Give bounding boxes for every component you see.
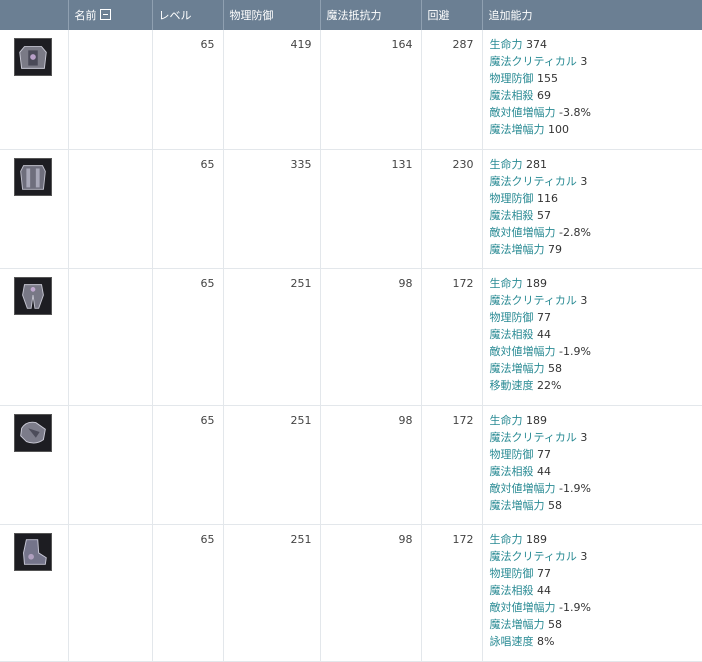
item-name-cell (68, 149, 152, 268)
bonus-stat: 魔法増幅力 58 (490, 360, 702, 377)
table-row[interactable]: 65419164287生命力 374魔法クリティカル 3物理防御 155魔法相殺… (0, 30, 702, 149)
icon-header (0, 0, 68, 30)
bonus-stat: 魔法相殺 57 (490, 207, 702, 224)
evasion-cell: 172 (421, 268, 482, 405)
armor-table: 名前 レベル 物理防御 魔法抵抗力 回避 追加能力 65419164287生命力… (0, 0, 702, 662)
item-name-cell (68, 30, 152, 149)
magic-resist-cell: 98 (320, 405, 421, 524)
level-cell: 65 (152, 405, 223, 524)
bonus-stats-cell: 生命力 189魔法クリティカル 3物理防御 77魔法相殺 44敵対値増幅力 -1… (482, 405, 702, 524)
bonus-stats-cell: 生命力 189魔法クリティカル 3物理防御 77魔法相殺 44敵対値増幅力 -1… (482, 268, 702, 405)
boots-armor-icon[interactable] (14, 533, 52, 571)
bonus-stat: 魔法増幅力 79 (490, 241, 702, 258)
bonus-stats-cell: 生命力 281魔法クリティカル 3物理防御 116魔法相殺 57敵対値増幅力 -… (482, 149, 702, 268)
bonus-stat: 魔法増幅力 58 (490, 616, 702, 633)
bonus-stat: 物理防御 77 (490, 446, 702, 463)
evasion-cell: 287 (421, 30, 482, 149)
pants-armor-icon[interactable] (14, 277, 52, 315)
level-cell: 65 (152, 149, 223, 268)
bonus-stat: 敵対値増幅力 -2.8% (490, 224, 702, 241)
evasion-header[interactable]: 回避 (421, 0, 482, 30)
bonus-stat: 敵対値増幅力 -3.8% (490, 104, 702, 121)
bonus-stat: 魔法クリティカル 3 (490, 53, 702, 70)
physical-defense-cell: 419 (223, 30, 320, 149)
bonus-stat: 魔法増幅力 58 (490, 497, 702, 514)
bonus-stat: 物理防御 77 (490, 565, 702, 582)
item-icon-cell (0, 30, 68, 149)
physical-defense-header[interactable]: 物理防御 (223, 0, 320, 30)
jacket-armor-icon[interactable] (14, 158, 52, 196)
bonus-stat: 生命力 281 (490, 156, 702, 173)
bonus-stat: 生命力 189 (490, 531, 702, 548)
bonus-stat: 魔法増幅力 100 (490, 121, 702, 138)
item-icon-cell (0, 268, 68, 405)
bonus-stat: 魔法クリティカル 3 (490, 173, 702, 190)
bonus-stat: 詠唱速度 8% (490, 633, 702, 650)
table-row[interactable]: 65335131230生命力 281魔法クリティカル 3物理防御 116魔法相殺… (0, 149, 702, 268)
table-row[interactable]: 6525198172生命力 189魔法クリティカル 3物理防御 77魔法相殺 4… (0, 268, 702, 405)
magic-resist-cell: 164 (320, 30, 421, 149)
bonus-stats-cell: 生命力 189魔法クリティカル 3物理防御 77魔法相殺 44敵対値増幅力 -1… (482, 524, 702, 661)
evasion-cell: 230 (421, 149, 482, 268)
table-row[interactable]: 6525198172生命力 189魔法クリティカル 3物理防御 77魔法相殺 4… (0, 524, 702, 661)
evasion-cell: 172 (421, 405, 482, 524)
level-cell: 65 (152, 268, 223, 405)
bonus-stat: 魔法クリティカル 3 (490, 429, 702, 446)
bonus-stat: 魔法相殺 44 (490, 326, 702, 343)
bonus-stat: 魔法クリティカル 3 (490, 292, 702, 309)
bonus-stat: 敵対値増幅力 -1.9% (490, 599, 702, 616)
bonus-stat: 魔法クリティカル 3 (490, 548, 702, 565)
physical-defense-cell: 251 (223, 524, 320, 661)
bonus-stats-cell: 生命力 374魔法クリティカル 3物理防御 155魔法相殺 69敵対値増幅力 -… (482, 30, 702, 149)
chest-armor-icon[interactable] (14, 38, 52, 76)
magic-resist-cell: 131 (320, 149, 421, 268)
bonus-stats-header[interactable]: 追加能力 (482, 0, 702, 30)
bonus-stat: 物理防御 155 (490, 70, 702, 87)
table-row[interactable]: 6525198172生命力 189魔法クリティカル 3物理防御 77魔法相殺 4… (0, 405, 702, 524)
bonus-stat: 移動速度 22% (490, 377, 702, 394)
item-name-cell (68, 405, 152, 524)
name-header[interactable]: 名前 (68, 0, 152, 30)
bonus-stat: 生命力 374 (490, 36, 702, 53)
item-icon-cell (0, 405, 68, 524)
bonus-stat: 魔法相殺 44 (490, 463, 702, 480)
level-cell: 65 (152, 524, 223, 661)
level-cell: 65 (152, 30, 223, 149)
bonus-stat: 生命力 189 (490, 275, 702, 292)
physical-defense-cell: 335 (223, 149, 320, 268)
bonus-stat: 生命力 189 (490, 412, 702, 429)
magic-resist-header[interactable]: 魔法抵抗力 (320, 0, 421, 30)
bonus-stat: 敵対値増幅力 -1.9% (490, 480, 702, 497)
bonus-stat: 敵対値増幅力 -1.9% (490, 343, 702, 360)
item-name-cell (68, 268, 152, 405)
bonus-stat: 魔法相殺 44 (490, 582, 702, 599)
physical-defense-cell: 251 (223, 405, 320, 524)
magic-resist-cell: 98 (320, 268, 421, 405)
bonus-stat: 魔法相殺 69 (490, 87, 702, 104)
gloves-armor-icon[interactable] (14, 414, 52, 452)
physical-defense-cell: 251 (223, 268, 320, 405)
level-header[interactable]: レベル (152, 0, 223, 30)
item-name-cell (68, 524, 152, 661)
evasion-cell: 172 (421, 524, 482, 661)
magic-resist-cell: 98 (320, 524, 421, 661)
item-icon-cell (0, 149, 68, 268)
bonus-stat: 物理防御 116 (490, 190, 702, 207)
item-icon-cell (0, 524, 68, 661)
bonus-stat: 物理防御 77 (490, 309, 702, 326)
collapse-toggle-icon[interactable] (100, 9, 111, 20)
table-header: 名前 レベル 物理防御 魔法抵抗力 回避 追加能力 (0, 0, 702, 30)
